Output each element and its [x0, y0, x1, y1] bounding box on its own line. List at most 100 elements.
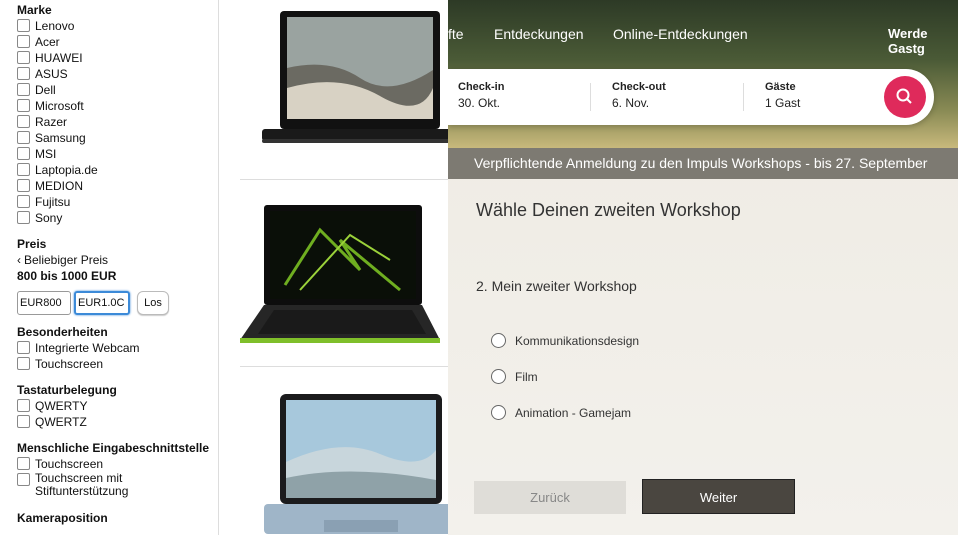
price-range-label: 800 bis 1000 EUR	[17, 269, 117, 283]
feature-filter-item[interactable]: Integrierte Webcam	[17, 340, 218, 356]
any-price-link[interactable]: ‹ Beliebiger Preis	[17, 252, 218, 268]
checkin-value: 30. Okt.	[458, 96, 501, 110]
checkbox-label: Fujitsu	[35, 195, 71, 209]
checkbox[interactable]	[17, 131, 30, 144]
brand-filter-item[interactable]: Samsung	[17, 130, 218, 146]
checkbox[interactable]	[17, 195, 30, 208]
brand-filter-item[interactable]: Dell	[17, 82, 218, 98]
option-animation-gamejam[interactable]: Animation - Gamejam	[491, 405, 631, 420]
checkbox[interactable]	[17, 457, 30, 470]
checkbox-label: Dell	[35, 83, 56, 97]
brand-filter-item[interactable]: Microsoft	[17, 98, 218, 114]
radio-button[interactable]	[491, 369, 506, 384]
hid-section-title: Menschliche Eingabeschnittstelle	[17, 441, 210, 455]
divider	[743, 83, 744, 111]
back-button[interactable]: Zurück	[474, 481, 626, 514]
brand-filter-item[interactable]: Sony	[17, 210, 218, 226]
brand-filter-item[interactable]: Laptopia.de	[17, 162, 218, 178]
price-max-input[interactable]: EUR1.0C	[74, 291, 130, 315]
hid-filter-item[interactable]: Touchscreen	[17, 456, 218, 472]
feature-filter-item[interactable]: Touchscreen	[17, 356, 218, 372]
keyboard-filter-item[interactable]: QWERTZ	[17, 414, 218, 430]
checkbox[interactable]	[17, 83, 30, 96]
checkbox[interactable]	[17, 341, 30, 354]
checkbox[interactable]	[17, 357, 30, 370]
checkbox[interactable]	[17, 415, 30, 428]
search-button[interactable]	[884, 76, 926, 118]
laptop-image	[262, 11, 448, 143]
nav-item-entdeckungen[interactable]: Entdeckungen	[494, 26, 584, 42]
checkbox-label: Microsoft	[35, 99, 84, 113]
features-section-title: Besonderheiten	[17, 325, 108, 339]
laptop-image	[240, 205, 440, 343]
filter-sidebar: Marke Lenovo Acer HUAWEI ASUS Dell Microsoft R…	[0, 0, 219, 535]
keyboard-list: QWERTY QWERTZ	[17, 398, 218, 430]
brand-filter-item[interactable]: Acer	[17, 34, 218, 50]
product-card[interactable]	[240, 200, 448, 350]
checkbox[interactable]	[17, 147, 30, 160]
nav-item-partial[interactable]: fte	[448, 26, 464, 42]
checkin-field[interactable]: Check-in 30. Okt.	[458, 81, 504, 110]
checkbox-label: MEDION	[35, 179, 83, 193]
checkbox-label: Touchscreen	[35, 457, 104, 471]
keyboard-section-title: Tastaturbelegung	[17, 383, 117, 397]
checkbox[interactable]	[17, 179, 30, 192]
divider	[590, 83, 591, 111]
checkbox-label: MSI	[35, 147, 57, 161]
laptop-image	[264, 394, 448, 534]
booking-search-bar: Check-in 30. Okt. Check-out 6. Nov. Gäst…	[448, 69, 934, 125]
checkbox-label: Samsung	[35, 131, 86, 145]
radio-button[interactable]	[491, 333, 506, 348]
checkbox-label: QWERTZ	[35, 415, 87, 429]
workshop-question: 2. Mein zweiter Workshop	[476, 278, 637, 294]
checkout-field[interactable]: Check-out 6. Nov.	[612, 81, 666, 110]
checkbox-label: ASUS	[35, 67, 68, 81]
checkbox[interactable]	[17, 99, 30, 112]
brand-filter-item[interactable]: ASUS	[17, 66, 218, 82]
product-card[interactable]	[240, 8, 448, 146]
checkbox-label: Laptopia.de	[35, 163, 98, 177]
checkbox-label: Lenovo	[35, 19, 75, 33]
checkbox[interactable]	[17, 163, 30, 176]
guests-field[interactable]: Gäste 1 Gast	[765, 81, 800, 110]
checkbox-label: Touchscreen mit Stiftunterstützung	[35, 471, 129, 498]
brand-filter-item[interactable]: MSI	[17, 146, 218, 162]
option-film[interactable]: Film	[491, 369, 538, 384]
checkbox[interactable]	[17, 51, 30, 64]
radio-button[interactable]	[491, 405, 506, 420]
checkbox[interactable]	[17, 115, 30, 128]
brand-filter-item[interactable]: Fujitsu	[17, 194, 218, 210]
price-input-row: EUR800 EUR1.0C Los	[17, 290, 218, 316]
checkbox[interactable]	[17, 399, 30, 412]
nav-item-online-entdeckungen[interactable]: Online-Entdeckungen	[613, 26, 748, 42]
nav-item-host[interactable]: Werde Gastg	[888, 26, 958, 56]
price-go-button[interactable]: Los	[137, 291, 169, 315]
next-button[interactable]: Weiter	[642, 479, 795, 514]
option-label: Kommunikationsdesign	[515, 333, 640, 348]
brand-filter-item[interactable]: HUAWEI	[17, 50, 218, 66]
brand-section-title: Marke	[17, 3, 52, 17]
brand-filter-item[interactable]: Razer	[17, 114, 218, 130]
checkbox[interactable]	[17, 67, 30, 80]
checkbox-label: QWERTY	[35, 399, 88, 413]
checkbox[interactable]	[17, 35, 30, 48]
brand-list: Lenovo Acer HUAWEI ASUS Dell Microsoft Razer Sa…	[17, 18, 218, 226]
registration-banner: Verpflichtende Anmeldung zu den Impuls W…	[448, 148, 958, 179]
checkbox[interactable]	[17, 19, 30, 32]
option-label: Animation - Gamejam	[515, 405, 632, 420]
hero-background: fte Entdeckungen Online-Entdeckungen Wer…	[448, 0, 958, 148]
brand-filter-item[interactable]: Lenovo	[17, 18, 218, 34]
checkbox-label: Sony	[35, 211, 63, 225]
option-kommunikationsdesign[interactable]: Kommunikationsdesign	[491, 333, 639, 348]
price-min-input[interactable]: EUR800	[17, 291, 71, 315]
checkin-label: Check-in	[458, 81, 505, 93]
product-divider	[240, 366, 448, 367]
product-card[interactable]	[240, 392, 448, 535]
hid-filter-item[interactable]: Touchscreen mit Stiftunterstützung	[17, 472, 218, 502]
checkbox[interactable]	[17, 211, 30, 224]
option-label: Film	[515, 369, 538, 384]
any-price-label: Beliebiger Preis	[24, 253, 109, 267]
checkbox-label: Razer	[35, 115, 68, 129]
keyboard-filter-item[interactable]: QWERTY	[17, 398, 218, 414]
brand-filter-item[interactable]: MEDION	[17, 178, 218, 194]
